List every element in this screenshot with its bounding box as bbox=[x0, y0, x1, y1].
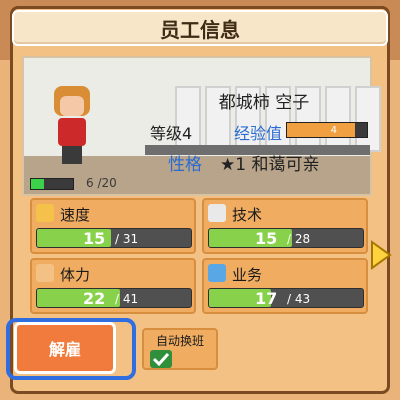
speed-icon bbox=[36, 204, 54, 222]
stat-strength: 体力 22 / 41 bbox=[30, 258, 196, 314]
stat-label: 技术 bbox=[232, 206, 263, 224]
stat-current: 22 bbox=[83, 289, 106, 308]
stat-label: 体力 bbox=[60, 266, 91, 284]
release-button[interactable]: 解雇 bbox=[14, 322, 116, 374]
sprite-face bbox=[60, 96, 84, 116]
stat-label: 速度 bbox=[60, 206, 91, 224]
stat-bar: 15 / 28 bbox=[208, 228, 364, 248]
trait-value: ★1 和蔼可亲 bbox=[220, 155, 320, 175]
stat-bar-fill bbox=[209, 229, 293, 247]
exp-bar: 4 bbox=[286, 122, 368, 138]
auto-shift-toggle[interactable]: 自动换班 bbox=[142, 328, 218, 370]
employee-sprite bbox=[50, 86, 94, 168]
employee-level: 等级4 bbox=[150, 124, 193, 143]
auto-shift-label: 自动换班 bbox=[155, 334, 204, 348]
stat-current: 15 bbox=[255, 229, 278, 248]
stat-bar: 17 / 43 bbox=[208, 288, 364, 308]
exp-value: 4 bbox=[330, 125, 337, 136]
stat-tech: 技术 15 / 28 bbox=[202, 198, 368, 254]
stat-max: / 43 bbox=[287, 292, 311, 306]
stat-max: / 31 bbox=[115, 232, 139, 246]
stat-max: / 41 bbox=[115, 292, 139, 306]
sprite-body bbox=[58, 118, 86, 146]
tools-icon bbox=[208, 204, 226, 222]
stat-bar: 15 / 31 bbox=[36, 228, 192, 248]
employee-name: 都城柿 空子 bbox=[218, 93, 310, 113]
stat-label: 业务 bbox=[232, 266, 263, 284]
exp-bar-fill bbox=[287, 123, 355, 137]
strength-icon bbox=[36, 264, 54, 282]
stat-business: 业务 17 / 43 bbox=[202, 258, 368, 314]
stamina-value: 6 /20 bbox=[86, 176, 117, 190]
locker bbox=[355, 86, 381, 152]
business-icon bbox=[208, 264, 226, 282]
stat-speed: 速度 15 / 31 bbox=[30, 198, 196, 254]
next-employee-arrow-icon[interactable] bbox=[370, 240, 392, 270]
stamina-bar bbox=[30, 178, 74, 190]
stamina-bar-fill bbox=[31, 179, 44, 189]
header-title: 员工信息 bbox=[160, 17, 240, 42]
stat-bar-fill bbox=[37, 289, 121, 307]
stat-current: 15 bbox=[83, 229, 106, 248]
trait-label: 性格 bbox=[168, 155, 202, 175]
checkmark-icon[interactable] bbox=[150, 350, 172, 368]
stat-current: 17 bbox=[255, 289, 278, 308]
stat-max: / 28 bbox=[287, 232, 311, 246]
sprite-legs bbox=[62, 146, 82, 164]
stat-bar: 22 / 41 bbox=[36, 288, 192, 308]
panel-header: 员工信息 bbox=[12, 10, 388, 46]
exp-label: 经验值 bbox=[234, 124, 283, 143]
